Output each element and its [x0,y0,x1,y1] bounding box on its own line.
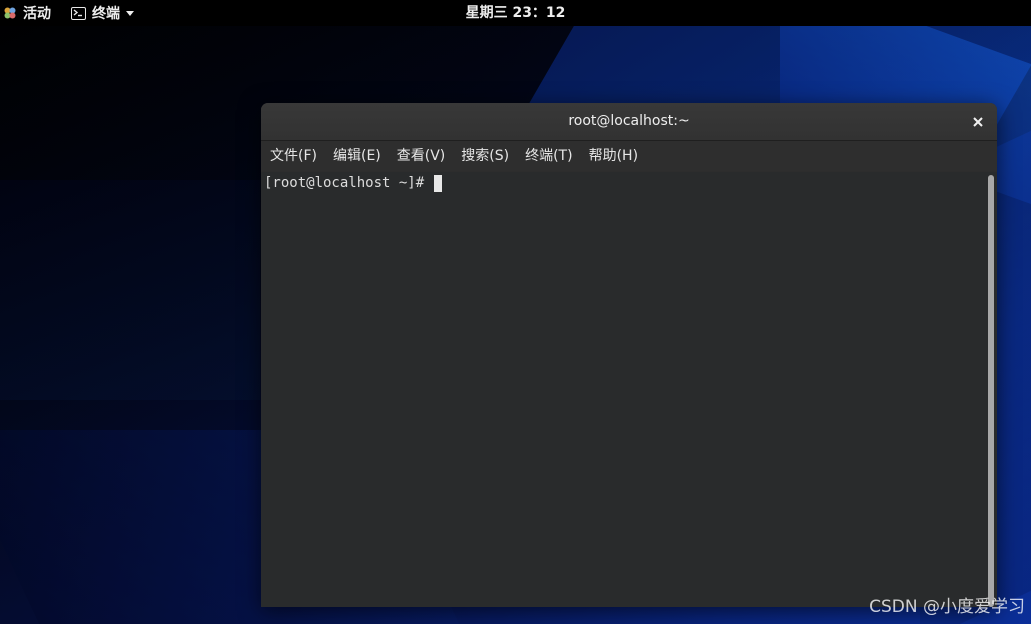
wallpaper-facet [0,180,260,400]
shell-prompt: [root@localhost ~]# [264,175,425,191]
caret-down-icon [126,10,134,16]
watermark: CSDN @小度爱学习 [869,597,1025,617]
menu-help[interactable]: 帮助(H) [584,141,643,171]
close-button[interactable] [967,111,989,133]
menu-file[interactable]: 文件(F) [265,141,322,171]
top-bar: 活动 终端 星期三 23：12 [0,0,1031,26]
window-title: root@localhost:~ [568,113,690,129]
activities-icon [3,6,17,20]
close-icon [973,117,983,127]
terminal-window: root@localhost:~ 文件(F) 编辑(E) 查看(V) 搜索(S)… [261,103,997,607]
menu-terminal[interactable]: 终端(T) [520,141,577,171]
clock[interactable]: 星期三 23：12 [466,5,566,21]
scrollbar[interactable] [987,175,995,607]
scrollbar-thumb[interactable] [988,175,994,607]
menu-bar: 文件(F) 编辑(E) 查看(V) 搜索(S) 终端(T) 帮助(H) [261,141,997,171]
prompt-line: [root@localhost ~]# [264,175,443,192]
app-menu-terminal[interactable]: 终端 [71,0,134,26]
activities-label: 活动 [23,6,51,22]
activities-button[interactable]: 活动 [0,0,51,26]
terminal-area[interactable]: [root@localhost ~]# [261,172,997,607]
menu-view[interactable]: 查看(V) [392,141,451,171]
window-titlebar[interactable]: root@localhost:~ [261,103,997,141]
menu-edit[interactable]: 编辑(E) [328,141,386,171]
app-menu-label: 终端 [92,6,120,22]
text-cursor [434,175,443,192]
terminal-icon [71,6,86,20]
menu-search[interactable]: 搜索(S) [456,141,514,171]
